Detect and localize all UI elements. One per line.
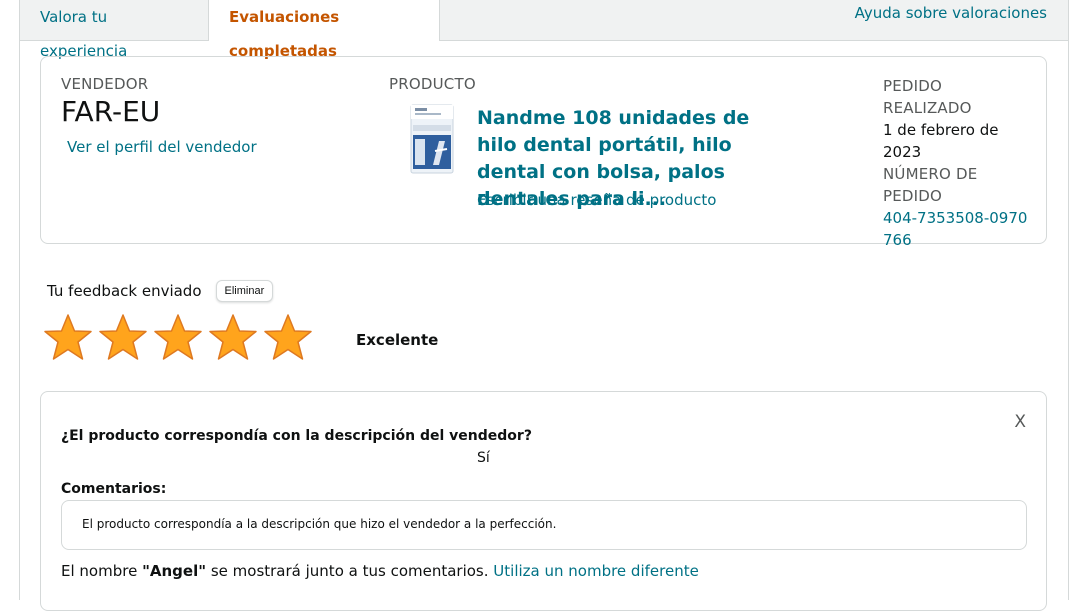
name-prefix: El nombre (61, 562, 138, 580)
description-question: ¿El producto correspondía con la descrip… (61, 428, 532, 444)
rating-label: Excelente (356, 331, 439, 349)
seller-name: FAR-EU (61, 95, 161, 128)
star-icon[interactable] (42, 312, 94, 364)
order-card: VENDEDOR FAR-EU Ver el perfil del vended… (40, 56, 1047, 249)
order-info-block: PEDIDO REALIZADO 1 de febrero de 2023 NÚ… (883, 75, 1033, 251)
comments-label: Comentarios: (61, 481, 167, 497)
display-name-line: El nombre "Angel" se mostrará junto a tu… (61, 562, 699, 580)
star-rating[interactable] (42, 312, 317, 364)
write-review-link[interactable]: Escribir una reseña de producto (477, 191, 716, 209)
description-answer: Sí (477, 450, 490, 466)
star-icon[interactable] (207, 312, 259, 364)
product-label: PRODUCTO (389, 75, 476, 93)
feedback-sent-text: Tu feedback enviado (47, 282, 202, 300)
display-name: "Angel" (142, 562, 207, 580)
comment-box: El producto correspondía a la descripció… (61, 500, 1027, 550)
dental-floss-package-icon[interactable] (409, 103, 455, 175)
order-number-label: NÚMERO DE PEDIDO (883, 165, 978, 205)
tab-rate-experience[interactable]: Valora tu experiencia (20, 0, 208, 60)
star-icon[interactable] (97, 312, 149, 364)
delete-feedback-button[interactable]: Eliminar (215, 280, 274, 302)
seller-label: VENDEDOR (61, 75, 149, 93)
star-icon[interactable] (262, 312, 314, 364)
name-suffix: se mostrará junto a tus comentarios. (210, 562, 489, 580)
feedback-row: Tu feedback enviado Eliminar (47, 280, 274, 302)
tabs-bar: Valora tu experiencia Evaluaciones compl… (20, 0, 1068, 60)
order-number-link[interactable]: 404-7353508-0970766 (883, 209, 1027, 249)
star-icon[interactable] (152, 312, 204, 364)
order-placed-label: PEDIDO REALIZADO (883, 77, 972, 117)
close-icon[interactable]: X (1014, 412, 1026, 432)
feedback-detail-card: X ¿El producto correspondía con la descr… (40, 391, 1047, 611)
seller-block: VENDEDOR FAR-EU Ver el perfil del vended… (61, 75, 257, 156)
order-placed-date: 1 de febrero de 2023 (883, 121, 999, 161)
change-name-link[interactable]: Utiliza un nombre diferente (493, 562, 699, 580)
tab-completed-reviews[interactable]: Evaluaciones completadas (208, 0, 440, 60)
help-ratings-link[interactable]: Ayuda sobre valoraciones (855, 4, 1047, 22)
seller-profile-link[interactable]: Ver el perfil del vendedor (67, 138, 257, 156)
